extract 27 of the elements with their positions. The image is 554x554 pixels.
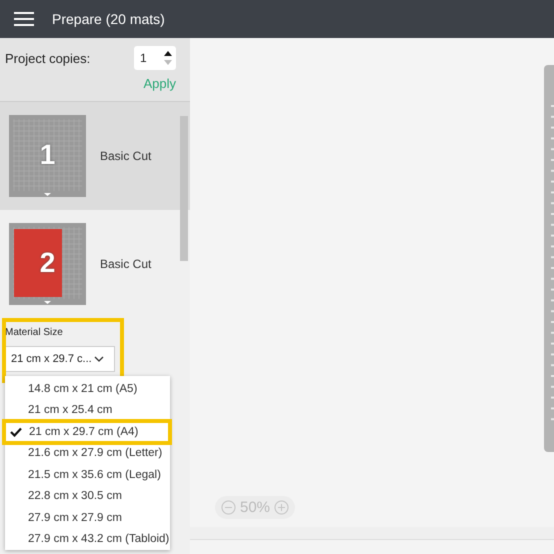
scrollbar[interactable]	[180, 116, 188, 261]
size-option[interactable]: 21 cm x 29.7 cm (A4)	[2, 419, 172, 444]
size-option[interactable]: 27.9 cm x 27.9 cm	[5, 507, 170, 528]
chevron-icon	[94, 356, 104, 362]
mat-name: Basic Cut	[100, 257, 152, 271]
check-icon	[10, 426, 22, 437]
size-option[interactable]: 21.5 cm x 35.6 cm (Legal)	[5, 464, 170, 486]
mat-row[interactable]: 2 Basic Cut	[0, 210, 190, 318]
size-option[interactable]: 21.6 cm x 27.9 cm (Letter)	[5, 442, 170, 464]
menu-icon[interactable]	[14, 12, 34, 26]
copies-label: Project copies:	[5, 50, 90, 66]
mat-number: 2	[38, 247, 56, 279]
copies-field[interactable]: 1	[134, 46, 176, 70]
size-option[interactable]: 22.8 cm x 30.5 cm	[5, 486, 170, 507]
mat-name: Basic Cut	[100, 149, 152, 163]
mat-preview[interactable]: 2	[9, 223, 86, 305]
mat-row[interactable]: 1 Basic Cut	[0, 102, 190, 210]
size-option[interactable]: 27.9 cm x 43.2 cm (Tabloid)	[5, 528, 170, 550]
size-option[interactable]: 21 cm x 25.4 cm	[5, 400, 170, 421]
zoom-in-icon[interactable]	[274, 500, 290, 515]
size-dropdown[interactable]: 21 cm x 29.7 c...	[5, 346, 115, 372]
zoom-out-icon[interactable]	[221, 500, 236, 515]
mat-number: 1	[38, 139, 56, 171]
window-title: Prepare (20 mats)	[52, 11, 165, 27]
size-option[interactable]: 14.8 cm x 21 cm (A5)	[5, 378, 170, 400]
material-size-label: Material Size	[5, 327, 64, 338]
stepper-icon	[164, 50, 172, 66]
